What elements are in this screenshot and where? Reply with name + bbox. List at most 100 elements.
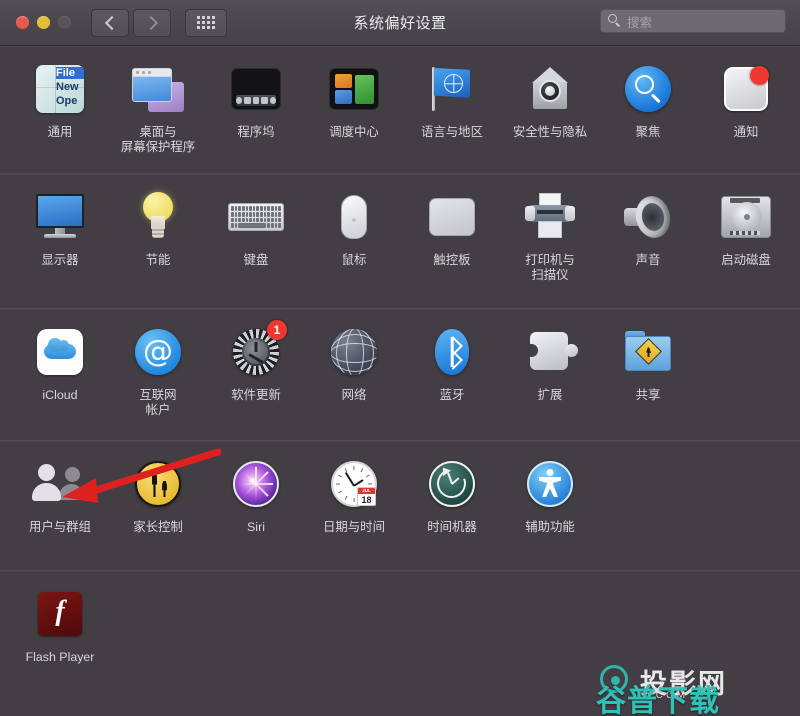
pref-item-dock[interactable]: 程序坞 [207, 46, 305, 155]
network-icon [325, 323, 383, 381]
pref-item-spotlight[interactable]: 聚焦 [599, 46, 697, 155]
back-button[interactable] [91, 8, 129, 37]
system-row: 用户与群组 家长控制 Siri JUL 18 日期与时间 时间机器 辅助功能 [0, 441, 800, 571]
pref-label: 桌面与 屏幕保护程序 [120, 125, 196, 154]
zoom-button[interactable] [58, 16, 71, 29]
pref-item-extensions[interactable]: 扩展 [501, 309, 599, 418]
pref-label: 触控板 [433, 253, 471, 267]
notifications-icon [717, 60, 775, 118]
pref-label: 调度中心 [329, 125, 379, 139]
desktop-screensaver-icon [129, 60, 187, 118]
forward-button[interactable] [133, 8, 171, 37]
third-party-row: f Flash Player [0, 571, 800, 681]
pref-item-displays[interactable]: 显示器 [11, 174, 109, 283]
show-all-button[interactable] [185, 8, 227, 37]
pref-label: 扩展 [537, 388, 563, 402]
parental-controls-icon [129, 455, 187, 513]
pref-item-time-machine[interactable]: 时间机器 [403, 441, 501, 535]
pref-label: 家长控制 [133, 520, 183, 534]
pref-item-desktop-screensaver[interactable]: 桌面与 屏幕保护程序 [109, 46, 207, 155]
minimize-button[interactable] [37, 16, 50, 29]
pref-label: 节能 [145, 253, 171, 267]
pref-item-icloud[interactable]: iCloud [11, 309, 109, 418]
icloud-icon [31, 323, 89, 381]
pref-item-printers-scanners[interactable]: 打印机与 扫描仪 [501, 174, 599, 283]
pref-item-siri[interactable]: Siri [207, 441, 305, 535]
pref-item-parental-controls[interactable]: 家长控制 [109, 441, 207, 535]
pref-item-notifications[interactable]: 通知 [697, 46, 795, 155]
pref-label: 通知 [733, 125, 759, 139]
pref-label: 键盘 [243, 253, 269, 267]
pref-item-accessibility[interactable]: 辅助功能 [501, 441, 599, 535]
system-preferences-window: 系统偏好设置 搜索 File New Ope 通用 桌面与 屏幕保护程序 程序坞… [0, 0, 800, 716]
pref-label: 语言与地区 [421, 125, 483, 139]
search-input[interactable]: 搜索 [600, 9, 786, 33]
pref-item-software-update[interactable]: 1 软件更新 [207, 309, 305, 418]
mission-control-icon [325, 60, 383, 118]
pref-label: iCloud [42, 388, 78, 402]
flash-player-icon: f [31, 585, 89, 643]
pref-item-bluetooth[interactable]: 蓝牙 [403, 309, 501, 418]
pref-item-sharing[interactable]: 共享 [599, 309, 697, 418]
pref-label: 聚焦 [635, 125, 661, 139]
notification-badge [750, 66, 769, 85]
pref-item-security-privacy[interactable]: 安全性与隐私 [501, 46, 599, 155]
mouse-icon [325, 188, 383, 246]
preferences-grid: File New Ope 通用 桌面与 屏幕保护程序 程序坞 调度中心 语言与地… [0, 46, 800, 716]
pref-item-network[interactable]: 网络 [305, 309, 403, 418]
pref-label: 打印机与 扫描仪 [525, 253, 575, 282]
printers-scanners-icon [521, 188, 579, 246]
pref-item-internet-accounts[interactable]: @ 互联网 帐户 [109, 309, 207, 418]
sharing-icon [619, 323, 677, 381]
pref-label: 声音 [635, 253, 661, 267]
accessibility-icon [521, 455, 579, 513]
dock-icon [227, 60, 285, 118]
flash-glyph: f [55, 596, 65, 627]
security-privacy-icon [521, 60, 579, 118]
pref-item-mission-control[interactable]: 调度中心 [305, 46, 403, 155]
window-titlebar: 系统偏好设置 搜索 [0, 0, 800, 46]
bluetooth-icon [423, 323, 481, 381]
search-icon [608, 14, 621, 27]
general-menu-line3: Ope [56, 95, 78, 107]
displays-icon [31, 188, 89, 246]
personal-row: File New Ope 通用 桌面与 屏幕保护程序 程序坞 调度中心 语言与地… [0, 46, 800, 174]
pref-item-language-region[interactable]: 语言与地区 [403, 46, 501, 155]
search-placeholder: 搜索 [627, 15, 653, 30]
pref-item-keyboard[interactable]: 键盘 [207, 174, 305, 283]
pref-label: 启动磁盘 [721, 253, 771, 267]
pref-label: 蓝牙 [439, 388, 465, 402]
general-icon: File New Ope [31, 60, 89, 118]
pref-label: 日期与时间 [323, 520, 385, 534]
chevron-left-icon [104, 15, 119, 30]
software-update-icon: 1 [227, 320, 287, 381]
pref-label: 软件更新 [231, 388, 281, 402]
energy-saver-icon [129, 188, 187, 246]
pref-item-date-time[interactable]: JUL 18 日期与时间 [305, 441, 403, 535]
calendar-day: 18 [361, 495, 372, 505]
general-menu-line1: File [56, 67, 84, 79]
pref-label: Siri [247, 520, 265, 534]
trackpad-icon [423, 188, 481, 246]
internet-accounts-icon: @ [129, 323, 187, 381]
extensions-icon [521, 323, 579, 381]
time-machine-icon [423, 455, 481, 513]
pref-item-users-groups[interactable]: 用户与群组 [11, 441, 109, 535]
pref-label: Flash Player [25, 650, 95, 664]
general-menu-line2: New [56, 81, 79, 93]
pref-item-sound[interactable]: 声音 [599, 174, 697, 283]
sound-icon [619, 188, 677, 246]
update-count-badge: 1 [267, 320, 287, 340]
pref-item-general[interactable]: File New Ope 通用 [11, 46, 109, 155]
pref-item-flash-player[interactable]: f Flash Player [11, 571, 109, 665]
language-region-icon [423, 60, 481, 118]
pref-item-startup-disk[interactable]: 启动磁盘 [697, 174, 795, 283]
pref-item-energy-saver[interactable]: 节能 [109, 174, 207, 283]
close-button[interactable] [16, 16, 29, 29]
pref-label: 互联网 帐户 [139, 388, 177, 417]
grid-view-icon [197, 16, 215, 29]
traffic-lights [16, 16, 71, 29]
pref-label: 辅助功能 [525, 520, 575, 534]
pref-item-trackpad[interactable]: 触控板 [403, 174, 501, 283]
pref-item-mouse[interactable]: 鼠标 [305, 174, 403, 283]
